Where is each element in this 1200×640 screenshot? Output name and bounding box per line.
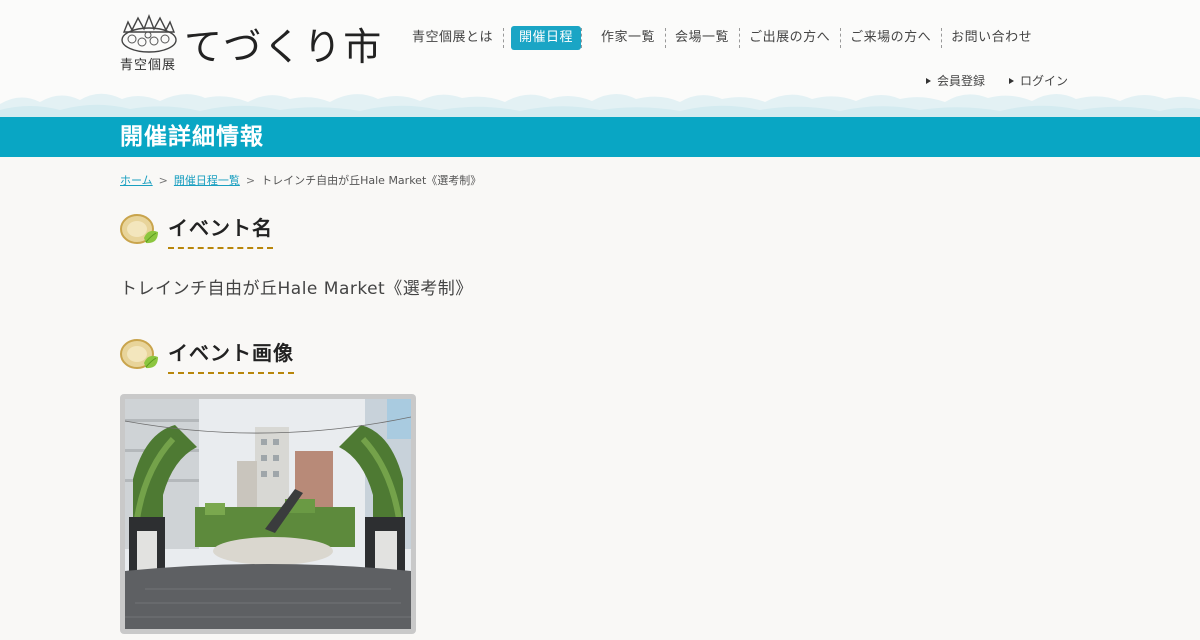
- logo-subtitle: 青空個展: [120, 58, 177, 73]
- event-image-heading: イベント画像: [120, 335, 294, 375]
- breadcrumb-current: トレインチ自由が丘Hale Market《選考制》: [261, 174, 482, 187]
- nav-exhibitors[interactable]: ご出展の方へ: [739, 26, 840, 50]
- breadcrumb-home[interactable]: ホーム: [120, 172, 153, 188]
- breadcrumb: ホーム > 開催日程一覧 > トレインチ自由が丘Hale Market《選考制》: [120, 172, 481, 188]
- page-title: 開催詳細情報: [120, 124, 264, 150]
- triangle-right-icon: [1008, 77, 1014, 84]
- logo-title: てづくり市: [184, 25, 384, 69]
- event-image-title: イベント画像: [168, 340, 294, 374]
- nav-visitors[interactable]: ご来場の方へ: [840, 26, 941, 50]
- bread-leaf-icon: [120, 214, 158, 244]
- nav-contact[interactable]: お問い合わせ: [941, 26, 1042, 50]
- breadcrumb-schedule-list[interactable]: 開催日程一覧: [174, 172, 240, 188]
- site-logo[interactable]: 青空個展 てづくり市: [118, 14, 381, 74]
- breadcrumb-separator: >: [158, 173, 168, 187]
- nav-venues[interactable]: 会場一覧: [665, 26, 739, 50]
- login-label: ログイン: [1019, 74, 1068, 88]
- breadcrumb-separator: >: [245, 173, 256, 187]
- nav-about[interactable]: 青空個展とは: [402, 26, 503, 50]
- event-image[interactable]: [120, 394, 416, 634]
- cloud-decoration: [0, 93, 1200, 118]
- triangle-right-icon: [925, 77, 931, 84]
- site-header: 青空個展 てづくり市 青空個展とは 開催日程 作家一覧 会場一覧 ご出展の方へ …: [0, 0, 1200, 118]
- nav-schedule[interactable]: 開催日程: [503, 26, 582, 50]
- register-link[interactable]: 会員登録: [925, 72, 985, 89]
- register-label: 会員登録: [936, 74, 985, 88]
- event-name-value: トレインチ自由が丘Hale Market《選考制》: [120, 279, 473, 299]
- logo-crown-icon: [121, 14, 177, 53]
- event-name-heading: イベント名: [120, 210, 273, 250]
- page-title-band: 開催詳細情報: [0, 117, 1200, 157]
- nav-artists[interactable]: 作家一覧: [581, 26, 665, 50]
- event-photo: [125, 399, 411, 629]
- login-link[interactable]: ログイン: [1008, 72, 1068, 89]
- member-nav: 会員登録 ログイン: [925, 72, 1068, 89]
- event-name-title: イベント名: [168, 215, 273, 249]
- bread-leaf-icon: [120, 339, 158, 369]
- global-nav: 青空個展とは 開催日程 作家一覧 会場一覧 ご出展の方へ ご来場の方へ お問い合…: [402, 26, 1042, 50]
